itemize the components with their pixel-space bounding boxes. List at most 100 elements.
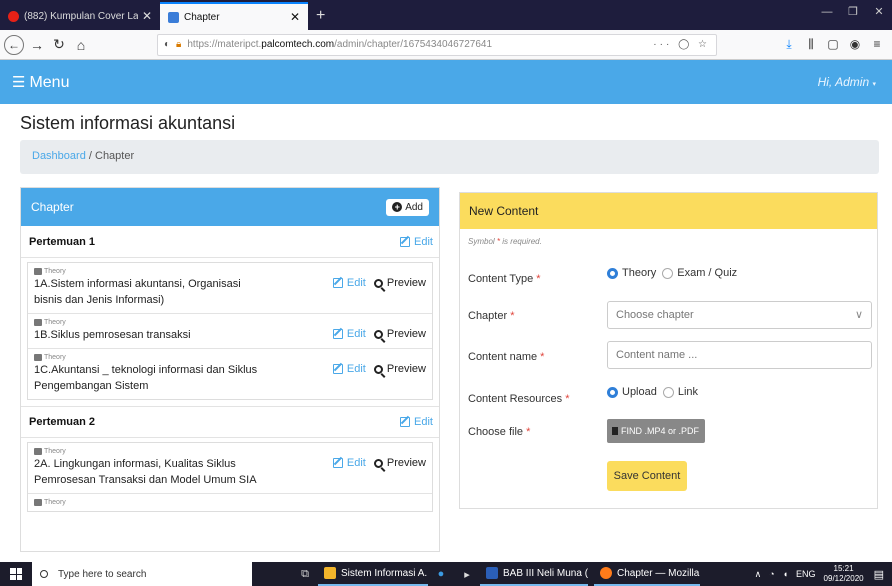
forward-icon[interactable]: → bbox=[26, 34, 48, 56]
close-icon[interactable]: ✕ bbox=[290, 10, 300, 24]
url-text: https://materipct.palcomtech.com/admin/c… bbox=[187, 39, 493, 50]
content-type-label: Theory bbox=[34, 499, 426, 506]
preview-button[interactable]: Preview bbox=[373, 363, 426, 375]
edit-section-button[interactable]: Edit bbox=[400, 236, 433, 248]
close-icon[interactable]: ✕ bbox=[142, 9, 152, 23]
list-icon: ☰ bbox=[12, 74, 26, 91]
list-item: Theory 1B.Siklus pemrosesan transaksi Ed… bbox=[28, 314, 432, 349]
restore-icon[interactable]: ❐ bbox=[840, 0, 866, 24]
browser-tab-chapter[interactable]: Chapter ✕ bbox=[160, 2, 308, 30]
save-content-button[interactable]: Save Content bbox=[607, 461, 687, 491]
browser-tab-strip: (882) Kumpulan Cover Lagu Te ✕ Chapter ✕… bbox=[0, 0, 892, 30]
theory-icon bbox=[34, 268, 42, 275]
content-name: 1A.Sistem informasi akuntansi, Organisas… bbox=[34, 278, 241, 306]
user-dropdown[interactable]: Hi, Admin ▾ bbox=[818, 75, 876, 89]
taskbar-app-explorer[interactable]: Sistem Informasi A... bbox=[318, 562, 428, 586]
chapter-select[interactable]: Choose chapter ∨ bbox=[607, 301, 872, 329]
file-icon bbox=[612, 427, 618, 435]
content-type-label: Theory bbox=[34, 268, 426, 275]
radio-checked-icon bbox=[607, 386, 618, 398]
notification-icon[interactable]: ▤ bbox=[874, 568, 884, 581]
find-file-button[interactable]: FIND .MP4 or .PDF bbox=[607, 419, 705, 443]
radio-checked-icon bbox=[607, 267, 618, 279]
address-bar[interactable]: ◐ 🔒︎ https://materipct.palcomtech.com/ad… bbox=[157, 33, 717, 56]
content-name: 1C.Akuntansi _ teknologi informasi dan S… bbox=[34, 364, 258, 392]
edit-content-button[interactable]: Edit bbox=[332, 328, 366, 340]
taskbar-app-firefox[interactable]: Chapter — Mozilla ... bbox=[594, 562, 700, 586]
theory-icon bbox=[34, 319, 42, 326]
tab-title: Chapter bbox=[184, 11, 220, 23]
content-type-label: Theory bbox=[34, 448, 426, 455]
window-controls: — ❐ ✕ bbox=[814, 0, 892, 24]
search-icon bbox=[40, 570, 48, 578]
content-resources-radios: Upload Link bbox=[607, 386, 704, 398]
content-type-label: Content Type * bbox=[468, 273, 541, 285]
radio-link[interactable]: Link bbox=[662, 386, 698, 398]
reload-icon[interactable]: ↻ bbox=[48, 34, 70, 56]
youtube-icon bbox=[8, 10, 19, 22]
edge-icon[interactable]: ● bbox=[428, 568, 454, 580]
theory-icon bbox=[34, 448, 42, 455]
radio-exam-quiz[interactable]: Exam / Quiz bbox=[662, 267, 737, 279]
preview-button[interactable]: Preview bbox=[373, 328, 426, 340]
chapter-panel-header: Chapter + Add bbox=[21, 188, 439, 226]
shield-icon: ◐ bbox=[164, 39, 171, 50]
browser-tab-youtube[interactable]: (882) Kumpulan Cover Lagu Te ✕ bbox=[0, 2, 160, 30]
edit-content-button[interactable]: Edit bbox=[332, 457, 366, 469]
download-icon[interactable]: ⤓ bbox=[778, 37, 800, 52]
menu-label: Menu bbox=[29, 74, 70, 91]
search-icon bbox=[373, 329, 383, 339]
radio-unchecked-icon bbox=[662, 267, 674, 279]
app-icon[interactable]: ▸ bbox=[454, 568, 480, 581]
theory-icon bbox=[34, 499, 42, 506]
close-window-icon[interactable]: ✕ bbox=[866, 0, 892, 24]
add-chapter-button[interactable]: + Add bbox=[386, 198, 429, 216]
required-note: Symbol * is required. bbox=[468, 237, 542, 246]
account-icon[interactable]: ◉ bbox=[844, 37, 866, 52]
list-item: Theory 2A. Lingkungan informasi, Kualita… bbox=[28, 443, 432, 494]
theory-icon bbox=[34, 354, 42, 361]
page-actions-icon[interactable]: ··· ◯ ☆ bbox=[653, 39, 710, 50]
new-tab-button[interactable]: + bbox=[308, 2, 333, 30]
edit-icon bbox=[400, 417, 411, 427]
library-icon[interactable]: ⫼ bbox=[800, 37, 822, 52]
minimize-icon[interactable]: — bbox=[814, 0, 840, 24]
folder-icon bbox=[324, 567, 336, 579]
content-name-input[interactable] bbox=[607, 341, 872, 369]
task-view-icon[interactable]: ⧉ bbox=[292, 568, 318, 581]
windows-taskbar: Type here to search ⧉ Sistem Informasi A… bbox=[0, 562, 892, 586]
chapter-panel: Chapter + Add Pertemuan 1 Edit Theory 1A.… bbox=[20, 187, 440, 552]
tab-title: (882) Kumpulan Cover Lagu Te bbox=[24, 10, 138, 22]
hamburger-menu-icon[interactable]: ≡ bbox=[866, 37, 888, 52]
clock[interactable]: 15:21 09/12/2020 bbox=[824, 564, 864, 584]
edit-content-button[interactable]: Edit bbox=[332, 363, 366, 375]
network-icon[interactable]: ◔ bbox=[769, 569, 774, 579]
edit-section-button[interactable]: Edit bbox=[400, 416, 433, 428]
chapter-panel-title: Chapter bbox=[31, 200, 74, 214]
menu-button[interactable]: ☰ Menu bbox=[12, 73, 69, 92]
breadcrumb-dashboard-link[interactable]: Dashboard bbox=[32, 150, 86, 162]
volume-icon[interactable]: ◖ bbox=[783, 569, 788, 579]
edit-content-button[interactable]: Edit bbox=[332, 277, 366, 289]
site-icon bbox=[168, 11, 179, 23]
preview-button[interactable]: Preview bbox=[373, 457, 426, 469]
content-name: 1B.Siklus pemrosesan transaksi bbox=[34, 329, 191, 341]
taskbar-app-word[interactable]: BAB III Neli Muna (... bbox=[480, 562, 588, 586]
breadcrumb: Dashboard / Chapter bbox=[20, 140, 879, 174]
edit-icon bbox=[332, 278, 343, 288]
language-indicator[interactable]: ENG bbox=[796, 569, 816, 579]
preview-button[interactable]: Preview bbox=[373, 277, 426, 289]
chevron-up-icon[interactable]: ∧ bbox=[755, 569, 762, 580]
edit-icon bbox=[332, 329, 343, 339]
sidebar-icon[interactable]: ▢ bbox=[822, 37, 844, 52]
content-list: Theory 2A. Lingkungan informasi, Kualita… bbox=[27, 442, 433, 512]
radio-theory[interactable]: Theory bbox=[607, 267, 656, 279]
radio-upload[interactable]: Upload bbox=[607, 386, 657, 398]
radio-unchecked-icon bbox=[662, 386, 674, 398]
search-icon bbox=[373, 458, 383, 468]
windows-start-icon[interactable] bbox=[0, 562, 32, 586]
back-icon[interactable]: ← bbox=[4, 34, 24, 55]
system-tray: ∧ ◔ ◖ ENG 15:21 09/12/2020 ▤ bbox=[755, 562, 892, 586]
taskbar-search[interactable]: Type here to search bbox=[32, 562, 252, 586]
home-icon[interactable]: ⌂ bbox=[70, 34, 92, 56]
